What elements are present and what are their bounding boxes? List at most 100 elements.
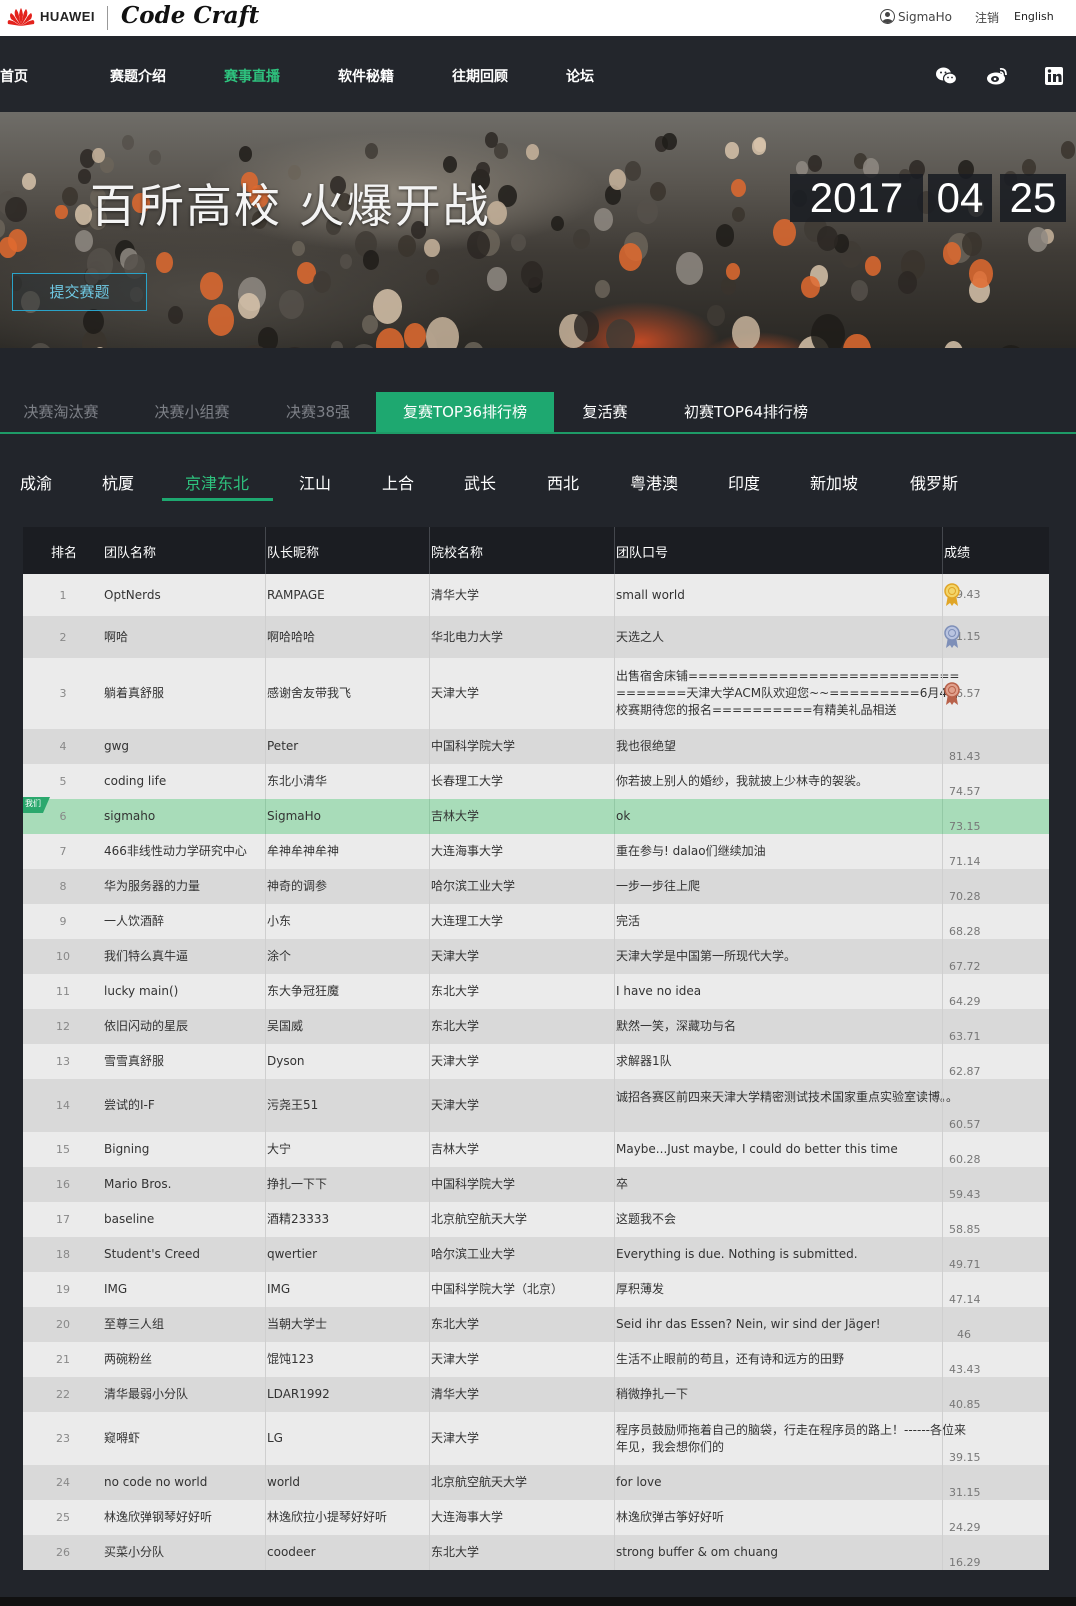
table-row[interactable]: 26 买菜小分队 coodeer 东北大学 strong buffer & om chu… bbox=[23, 1535, 1049, 1570]
table-row[interactable]: 17 baseline 酒精23333 北京航空航天大学 这题我不会 58.85 bbox=[23, 1202, 1049, 1237]
table-row[interactable]: 16 Mario Bros. 挣扎一下下 中国科学院大学 卒 59.43 bbox=[23, 1167, 1049, 1202]
table-row[interactable]: 12 依旧闪动的星辰 吴国威 东北大学 默然一笑，深藏功与名 63.71 bbox=[23, 1009, 1049, 1044]
crowd-figure bbox=[800, 275, 820, 299]
column-divider bbox=[614, 1307, 615, 1342]
table-row[interactable]: 23 窥嘚虾 LG 天津大学 程序员鼓励师拖着自己的脑袋，行走在程序员的路上！-----… bbox=[23, 1412, 1049, 1465]
tab-final-knockout[interactable]: 决赛淘汰赛 bbox=[0, 392, 122, 432]
tab-prelim-top64[interactable]: 初赛TOP64排行榜 bbox=[666, 392, 826, 432]
table-row[interactable]: 1 OptNerds RAMPAGE 清华大学 small world 99.43 bbox=[23, 574, 1049, 616]
table-row[interactable]: 8 华为服务器的力量 神奇的调参 哈尔滨工业大学 一步一步往上爬 70.28 bbox=[23, 869, 1049, 904]
table-row[interactable]: 19 IMG IMG 中国科学院大学（北京） 厚积薄发 47.14 bbox=[23, 1272, 1049, 1307]
region-tab-singapore[interactable]: 新加坡 bbox=[810, 470, 858, 494]
region-tab-chengyu[interactable]: 成渝 bbox=[20, 470, 52, 494]
table-row[interactable]: 20 至尊三人组 当朝大学士 东北大学 Seid ihr das Essen? Nein… bbox=[23, 1307, 1049, 1342]
header-score: 成绩 bbox=[944, 546, 971, 561]
cell-team: 买菜小分队 bbox=[104, 1545, 165, 1559]
table-row[interactable]: 6 sigmaho SigmaHo 吉林大学 ok 73.15 我们 bbox=[23, 797, 1049, 834]
table-row[interactable]: 22 清华最弱小分队 LDAR1992 清华大学 稍微挣扎一下 40.85 bbox=[23, 1377, 1049, 1412]
cell-team: 两碗粉丝 bbox=[104, 1352, 153, 1366]
cell-rank: 13 bbox=[56, 1055, 70, 1068]
cell-team: sigmaho bbox=[104, 809, 156, 823]
region-tab-shanghe[interactable]: 上合 bbox=[382, 470, 414, 494]
column-divider bbox=[942, 1342, 943, 1377]
table-row[interactable]: 4 gwg Peter 中国科学院大学 我也很绝望 81.43 bbox=[23, 729, 1049, 764]
table-row[interactable]: 9 一人饮酒醉 小东 大连理工大学 完活 68.28 bbox=[23, 904, 1049, 939]
table-row[interactable]: 7 466非线性动力学研究中心 牟神牟神牟神 大连海事大学 重在参与! dalao们继续… bbox=[23, 834, 1049, 869]
nav-intro[interactable]: 赛题介绍 bbox=[110, 66, 166, 86]
crowd-figure bbox=[752, 138, 766, 155]
table-row[interactable]: 18 Student's Creed qwertier 哈尔滨工业大学 Everythi… bbox=[23, 1237, 1049, 1272]
table-row[interactable]: 24 no code no world world 北京航空航天大学 for love 3… bbox=[23, 1465, 1049, 1500]
cell-captain: 大宁 bbox=[267, 1142, 292, 1156]
cell-slogan: 生活不止眼前的苟且，还有诗和远方的田野 bbox=[616, 1352, 845, 1366]
region-active-indicator bbox=[162, 498, 273, 501]
cell-captain: SigmaHo bbox=[267, 809, 321, 823]
cell-team: 清华最弱小分队 bbox=[104, 1387, 189, 1401]
table-row[interactable]: 21 两碗粉丝 馄饨123 天津大学 生活不止眼前的苟且，还有诗和远方的田野 43.43 bbox=[23, 1342, 1049, 1377]
crowd-figure bbox=[898, 271, 918, 295]
region-tab-xibei[interactable]: 西北 bbox=[547, 470, 579, 494]
submit-problem-button[interactable]: 提交赛题 bbox=[12, 273, 147, 311]
column-divider bbox=[614, 799, 615, 834]
user-name[interactable]: SigmaHo bbox=[898, 10, 952, 24]
column-divider bbox=[265, 1500, 266, 1535]
logout-link[interactable]: 注销 bbox=[975, 9, 999, 26]
column-divider bbox=[942, 904, 943, 939]
cell-slogan: Seid ihr das Essen? Nein, wir sind der J… bbox=[616, 1317, 881, 1331]
tab-final-group[interactable]: 决赛小组赛 bbox=[130, 392, 254, 432]
table-row[interactable]: 2 啊哈 啊哈哈哈 华北电力大学 天选之人 91.15 bbox=[23, 616, 1049, 658]
column-divider bbox=[429, 1272, 430, 1307]
cell-slogan: strong buffer & om chuang bbox=[616, 1545, 779, 1559]
region-tab-india[interactable]: 印度 bbox=[728, 470, 760, 494]
linkedin-icon[interactable] bbox=[1044, 66, 1064, 86]
table-row[interactable]: 15 Bigning 大宁 吉林大学 Maybe...Just maybe, I cou… bbox=[23, 1132, 1049, 1167]
region-tab-hangxia[interactable]: 杭厦 bbox=[102, 470, 134, 494]
weibo-icon[interactable] bbox=[986, 66, 1008, 86]
nav-review[interactable]: 往期回顾 bbox=[452, 66, 508, 86]
column-divider bbox=[942, 1535, 943, 1570]
cell-rank: 3 bbox=[59, 687, 67, 700]
column-divider bbox=[614, 1412, 615, 1465]
tab-semi-top36[interactable]: 复赛TOP36排行榜 bbox=[376, 392, 554, 432]
table-row[interactable]: 5 coding life 东北小清华 长春理工大学 你若披上别人的婚纱，我就披上少林寺… bbox=[23, 764, 1049, 799]
region-tab-jingjin[interactable]: 京津东北 bbox=[185, 470, 249, 494]
nav-live[interactable]: 赛事直播 bbox=[224, 66, 280, 86]
table-row[interactable]: 10 我们特么真牛逼 涂个 天津大学 天津大学是中国第一所现代大学。 67.72 bbox=[23, 939, 1049, 974]
cell-slogan: 这题我不会 bbox=[616, 1212, 677, 1226]
column-divider bbox=[265, 1044, 266, 1079]
nav-forum[interactable]: 论坛 bbox=[566, 66, 594, 86]
crowd-figure bbox=[92, 147, 105, 163]
column-divider bbox=[942, 1377, 943, 1412]
code-craft-logo[interactable]: Code Craft bbox=[121, 2, 259, 29]
crowd-figure bbox=[850, 280, 869, 302]
column-divider bbox=[614, 869, 615, 904]
region-tab-russia[interactable]: 俄罗斯 bbox=[910, 470, 958, 494]
cell-slogan: small world bbox=[616, 587, 685, 602]
crowd-figure bbox=[487, 267, 507, 291]
crowd-figure bbox=[83, 308, 104, 334]
cell-school: 哈尔滨工业大学 bbox=[431, 1247, 516, 1261]
crowd-figure bbox=[649, 181, 667, 202]
nav-home[interactable]: 首页 bbox=[0, 66, 28, 86]
tab-revival[interactable]: 复活赛 bbox=[560, 392, 650, 432]
language-link[interactable]: English bbox=[1014, 10, 1054, 23]
cell-school: 中国科学院大学 bbox=[431, 1177, 516, 1191]
tab-final-38[interactable]: 决赛38强 bbox=[262, 392, 374, 432]
user-menu[interactable]: SigmaHo bbox=[880, 9, 952, 24]
table-row[interactable]: 25 林逸欣弹钢琴好好听 林逸欣拉小提琴好好听 大连海事大学 林逸欣弹古筝好好听 24.2… bbox=[23, 1500, 1049, 1535]
table-row[interactable]: 14 尝试的I-F 污尧王51 天津大学 诚招各赛区前四来天津大学精密测试技术国家重点实… bbox=[23, 1079, 1049, 1132]
region-tab-yuegangao[interactable]: 粤港澳 bbox=[630, 470, 678, 494]
crowd-figure bbox=[725, 142, 739, 159]
region-tab-wuchang[interactable]: 武长 bbox=[464, 470, 496, 494]
crowd-figure bbox=[55, 204, 68, 220]
cell-captain: LDAR1992 bbox=[267, 1387, 330, 1401]
header-divider bbox=[942, 527, 943, 574]
crowd-figure bbox=[726, 263, 741, 281]
nav-tips[interactable]: 软件秘籍 bbox=[338, 66, 394, 86]
table-row[interactable]: 3 躺着真舒服 感谢舍友带我飞 天津大学 出售宿舍床铺=================… bbox=[23, 658, 1049, 729]
wechat-icon[interactable] bbox=[935, 66, 957, 86]
table-row[interactable]: 11 lucky main() 东大争冠狂魔 东北大学 I have no idea 64… bbox=[23, 974, 1049, 1009]
region-tab-jiangshan[interactable]: 江山 bbox=[299, 470, 331, 494]
column-divider bbox=[942, 1167, 943, 1202]
table-row[interactable]: 13 雪雪真舒服 Dyson 天津大学 求解器1队 62.87 bbox=[23, 1044, 1049, 1079]
